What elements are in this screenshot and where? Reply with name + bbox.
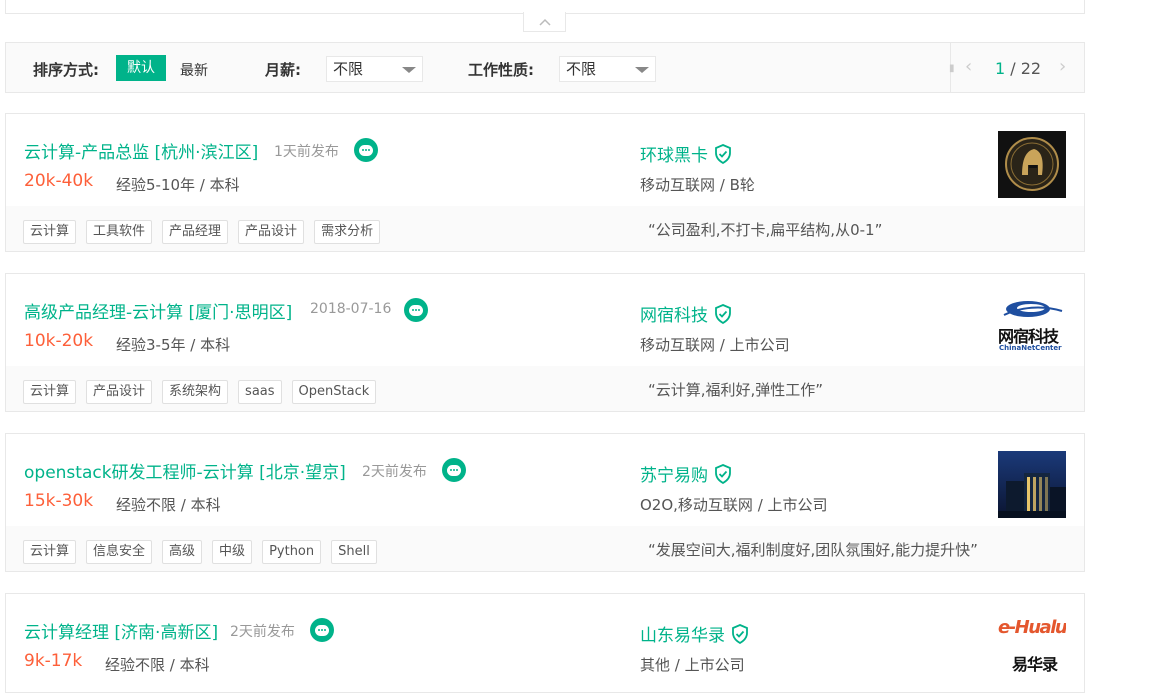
tag[interactable]: 系统架构 — [162, 380, 229, 404]
tag[interactable]: 云计算 — [23, 540, 77, 564]
tag[interactable]: 产品设计 — [86, 380, 153, 404]
company-name-link[interactable]: 苏宁易购 — [640, 461, 732, 486]
tag[interactable]: 中级 — [212, 540, 253, 564]
company-logo[interactable] — [998, 131, 1066, 198]
tag[interactable]: 云计算 — [23, 220, 77, 244]
salary-select-value: 不限 — [333, 60, 364, 78]
industry: 移动互联网 / B轮 — [640, 176, 755, 194]
industry: 移动互联网 / 上市公司 — [640, 336, 790, 354]
page-separator: / — [1005, 59, 1021, 78]
requirement: 经验3-5年 / 本科 — [116, 336, 231, 354]
nature-select-value: 不限 — [566, 60, 597, 78]
job-card-footer: 云计算 产品设计 系统架构 saas OpenStack “云计算,福利好,弹性… — [6, 366, 1084, 411]
tag[interactable]: 信息安全 — [86, 540, 153, 564]
logo-text: e-Hualu — [998, 617, 1066, 638]
post-time: 2018-07-16 — [310, 301, 392, 317]
tag[interactable]: 高级 — [162, 540, 203, 564]
job-card-footer: 云计算 工具软件 产品经理 产品设计 需求分析 “公司盈利,不打卡,扁平结构,从… — [6, 206, 1084, 251]
filter-bar: 排序方式: 默认 最新 月薪: 不限 工作性质: 不限 ▮ ‹ 1 / 22 › — [5, 42, 1085, 93]
verified-shield-icon — [732, 623, 748, 644]
requirement: 经验不限 / 本科 — [105, 656, 210, 674]
company-name: 苏宁易购 — [640, 466, 708, 486]
job-title-link[interactable]: 云计算经理 [济南·高新区] — [24, 618, 218, 643]
swoosh-logo-icon — [1003, 301, 1063, 317]
company-quote: “发展空间大,福利制度好,团队氛围好,能力提升快” — [648, 541, 978, 559]
salary: 20k-40k — [24, 171, 94, 191]
job-title-link[interactable]: openstack研发工程师-云计算 [北京·望京] — [24, 458, 346, 483]
salary: 15k-30k — [24, 491, 94, 511]
industry: 其他 / 上市公司 — [640, 656, 745, 674]
tag-list: 云计算 信息安全 高级 中级 Python Shell — [23, 540, 377, 564]
company-name-link[interactable]: 环球黑卡 — [640, 141, 732, 166]
verified-shield-icon — [715, 303, 731, 324]
company-name: 网宿科技 — [640, 306, 708, 326]
tag[interactable]: 工具软件 — [86, 220, 153, 244]
industry: O2O,移动互联网 / 上市公司 — [640, 496, 828, 514]
verified-shield-icon — [715, 463, 731, 484]
company-logo[interactable]: 网宿科技 ChinaNetCenter — [998, 291, 1066, 358]
tag[interactable]: saas — [238, 380, 282, 404]
post-time: 2天前发布 — [362, 464, 427, 480]
chat-icon[interactable] — [442, 458, 466, 482]
job-card[interactable]: 高级产品经理-云计算 [厦门·思明区] 2018-07-16 10k-20k 经… — [5, 273, 1085, 412]
sort-default-button[interactable]: 默认 — [116, 55, 166, 81]
nature-label: 工作性质: — [468, 61, 534, 79]
company-logo[interactable]: e-Hualu 易华录 — [998, 611, 1066, 678]
chevron-down-icon — [402, 67, 416, 73]
nature-select[interactable]: 不限 — [559, 56, 656, 82]
tag[interactable]: Python — [262, 540, 322, 564]
job-card-footer: 云计算 信息安全 高级 中级 Python Shell “发展空间大,福利制度好… — [6, 526, 1084, 571]
company-name: 环球黑卡 — [640, 146, 708, 166]
requirement: 经验不限 / 本科 — [116, 496, 221, 514]
job-title-link[interactable]: 高级产品经理-云计算 [厦门·思明区] — [24, 298, 292, 323]
verified-shield-icon — [715, 143, 731, 164]
tag-list: 云计算 工具软件 产品经理 产品设计 需求分析 — [23, 220, 381, 244]
job-card[interactable]: 云计算-产品总监 [杭州·滨江区] 1天前发布 20k-40k 经验5-10年 … — [5, 113, 1085, 252]
requirement: 经验5-10年 / 本科 — [116, 176, 240, 194]
chevron-up-icon — [538, 18, 551, 26]
chat-icon[interactable] — [354, 138, 378, 162]
company-logo[interactable] — [998, 451, 1066, 518]
page-total: 22 — [1020, 59, 1042, 78]
page-indicator: 1 / 22 — [995, 59, 1041, 78]
job-card[interactable]: 云计算经理 [济南·高新区] 2天前发布 9k-17k 经验不限 / 本科 山东… — [5, 593, 1085, 693]
logo-subtext: ChinaNetCenter — [999, 344, 1062, 352]
chat-icon[interactable] — [404, 298, 428, 322]
company-quote: “云计算,福利好,弹性工作” — [648, 381, 824, 399]
tag[interactable]: OpenStack — [291, 380, 377, 404]
tag[interactable]: 产品经理 — [162, 220, 229, 244]
page-current: 1 — [995, 59, 1006, 78]
salary-label: 月薪: — [265, 61, 301, 79]
post-time: 2天前发布 — [230, 624, 295, 640]
next-page-button[interactable]: › — [1059, 56, 1066, 77]
salary: 10k-20k — [24, 331, 94, 351]
tag[interactable]: Shell — [331, 540, 377, 564]
prev-page-button[interactable]: ‹ — [965, 56, 972, 77]
job-title-link[interactable]: 云计算-产品总监 [杭州·滨江区] — [24, 138, 258, 163]
salary-select[interactable]: 不限 — [326, 56, 423, 82]
chat-icon[interactable] — [310, 618, 334, 642]
company-name-link[interactable]: 山东易华录 — [640, 621, 749, 646]
chevron-down-icon — [635, 67, 649, 73]
logo-subtext: 易华录 — [1012, 655, 1058, 674]
tag-list: 云计算 产品设计 系统架构 saas OpenStack — [23, 380, 377, 404]
pager: ▮ ‹ 1 / 22 › — [949, 43, 1085, 92]
post-time: 1天前发布 — [274, 144, 339, 160]
helmet-logo-icon — [998, 131, 1066, 198]
pager-divider-mark: ▮ — [949, 63, 955, 74]
company-name-link[interactable]: 网宿科技 — [640, 301, 732, 326]
sort-newest-button[interactable]: 最新 — [180, 60, 208, 80]
sort-label: 排序方式: — [33, 61, 99, 79]
collapse-toggle[interactable] — [523, 12, 566, 32]
tag[interactable]: 需求分析 — [314, 220, 381, 244]
building-photo-icon — [998, 451, 1066, 518]
company-name: 山东易华录 — [640, 626, 725, 646]
tag[interactable]: 产品设计 — [238, 220, 305, 244]
salary: 9k-17k — [24, 651, 83, 671]
tag[interactable]: 云计算 — [23, 380, 77, 404]
company-quote: “公司盈利,不打卡,扁平结构,从0-1” — [648, 221, 883, 239]
job-card[interactable]: openstack研发工程师-云计算 [北京·望京] 2天前发布 15k-30k… — [5, 433, 1085, 572]
